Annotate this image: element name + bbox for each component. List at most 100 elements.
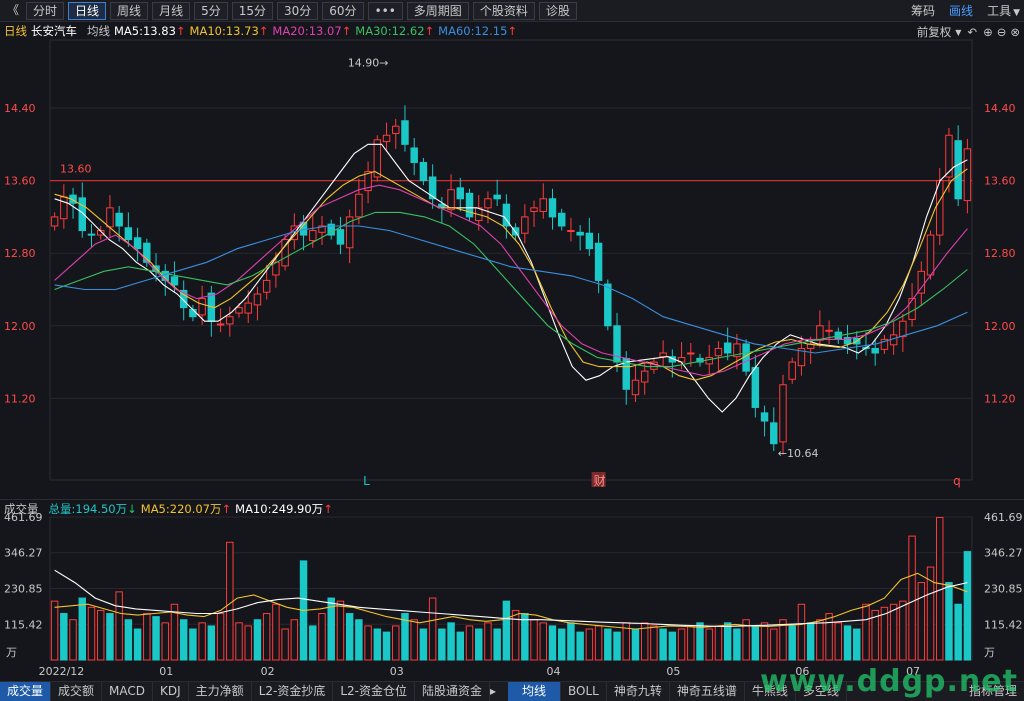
price-grid: [49, 39, 973, 481]
volume-bar: [60, 613, 68, 661]
volume-bar: [723, 622, 732, 661]
candle-body: [687, 352, 695, 355]
volume-grid: [49, 516, 973, 661]
scroll-right-icon[interactable]: ▸: [490, 682, 502, 701]
volume-bar: [788, 625, 796, 661]
volume-bar: [290, 619, 299, 661]
tab-boll[interactable]: BOLL: [561, 682, 607, 701]
candle-body: [410, 147, 418, 163]
volume-bar: [124, 619, 133, 661]
volume-bar: [585, 628, 594, 661]
candle-body: [604, 283, 612, 327]
candle-body: [493, 194, 501, 200]
candle-body: [521, 216, 529, 234]
candle-body: [216, 323, 225, 326]
volume-axis-right: 461.69346.27230.85115.42万: [984, 511, 1023, 659]
volume-info-line: 成交量 总量:194.50万 ↓ MA5:220.07万 ↑ MA10:249.90…: [0, 499, 1024, 517]
candle-body: [631, 379, 640, 396]
candle-body: [770, 422, 778, 445]
volume-tick-label: 115.42: [984, 618, 1023, 631]
volume-bar: [189, 628, 197, 661]
watermark-text: www.ddgp.net: [760, 664, 1018, 699]
volume-bar: [410, 619, 418, 661]
volume-bar: [889, 603, 898, 661]
candle-body: [382, 134, 391, 143]
volume-bar: [244, 625, 252, 661]
price-tick-label: 12.00: [4, 320, 36, 333]
reference-line-label: 13.60: [60, 163, 92, 176]
candle-body: [963, 148, 972, 202]
price-panel-border: [49, 39, 973, 481]
volume-bar: [834, 622, 843, 661]
candle-body: [557, 212, 566, 227]
volume-bar: [843, 625, 852, 661]
volume-bar: [438, 628, 446, 661]
volume-bar: [207, 625, 216, 661]
price-tick-label: 11.20: [4, 392, 36, 405]
candle-body: [244, 302, 252, 314]
candle-body: [226, 316, 234, 325]
volume-bar: [78, 597, 86, 661]
tab-magic-five[interactable]: 神奇五线谱: [670, 682, 745, 701]
tab-l2-position[interactable]: L2-资金仓位: [333, 682, 415, 701]
volume-bar: [539, 622, 547, 661]
volume-bar: [557, 628, 566, 661]
volume-bar: [631, 628, 640, 661]
volume-tick-label: 230.85: [4, 582, 43, 595]
tab-turnover[interactable]: 成交额: [51, 682, 103, 701]
price-tick-label: 12.00: [984, 320, 1016, 333]
volume-bar: [677, 628, 686, 661]
volume-bar: [475, 628, 483, 661]
volume-bar: [816, 619, 824, 661]
volume-bar: [69, 619, 77, 661]
volume-bar: [106, 613, 114, 661]
volume-bar: [226, 541, 234, 661]
candle-body: [585, 232, 594, 250]
volume-title[interactable]: 成交量: [4, 501, 39, 517]
candle-body: [926, 234, 935, 276]
volume-bar: [216, 613, 225, 661]
volume-bar: [760, 622, 769, 661]
tab-macd[interactable]: MACD: [102, 682, 154, 701]
volume-bar: [161, 622, 169, 661]
price-axis-right: 14.40 13.60 12.80 12.00 11.20: [984, 102, 1016, 405]
candle-body: [640, 370, 649, 383]
price-tick-label: 13.60: [4, 175, 36, 188]
candle-body: [539, 198, 547, 212]
candle-body: [484, 198, 492, 209]
tab-ma[interactable]: 均线: [508, 682, 562, 701]
price-tick-label: 12.80: [4, 247, 36, 260]
volume-bar: [198, 622, 206, 661]
tab-kdj[interactable]: KDJ: [153, 682, 189, 701]
volume-bar: [899, 600, 907, 661]
candle-body: [309, 230, 317, 241]
volume-bar: [687, 625, 695, 661]
volume-bar: [419, 628, 428, 661]
tab-volume[interactable]: 成交量: [0, 682, 52, 701]
kline-chart[interactable]: 14.40 13.60 12.80 12.00 11.20 14.40 13.60 12.8…: [0, 0, 1024, 681]
volume-bar: [447, 622, 455, 661]
candle-body: [235, 307, 243, 314]
tab-l2-bottom[interactable]: L2-资金抄底: [252, 682, 334, 701]
tab-northbound[interactable]: 陆股通资金: [415, 682, 491, 701]
volume-axis-left: 461.69346.27230.85115.42万: [4, 511, 43, 659]
candle-body: [548, 198, 557, 218]
tab-main-net[interactable]: 主力净额: [189, 682, 252, 701]
x-axis-label: 02: [261, 665, 275, 678]
volume-bar: [87, 606, 96, 661]
candle-body: [576, 231, 584, 236]
volume-bar: [751, 625, 760, 661]
volume-bar: [594, 625, 603, 661]
candle-body: [87, 233, 96, 236]
candle-body: [779, 384, 787, 443]
tab-magic-nine[interactable]: 神奇九转: [607, 682, 670, 701]
volume-bar: [963, 551, 972, 661]
volume-bar: [908, 535, 916, 661]
candle-body: [567, 230, 575, 233]
candle-body: [825, 329, 833, 332]
x-axis-label: 05: [666, 665, 680, 678]
low-price-label: ←10.64: [778, 447, 819, 460]
volume-bar: [456, 631, 465, 661]
candle-body: [871, 347, 879, 354]
volume-ma5: MA5:220.07万: [140, 501, 222, 516]
